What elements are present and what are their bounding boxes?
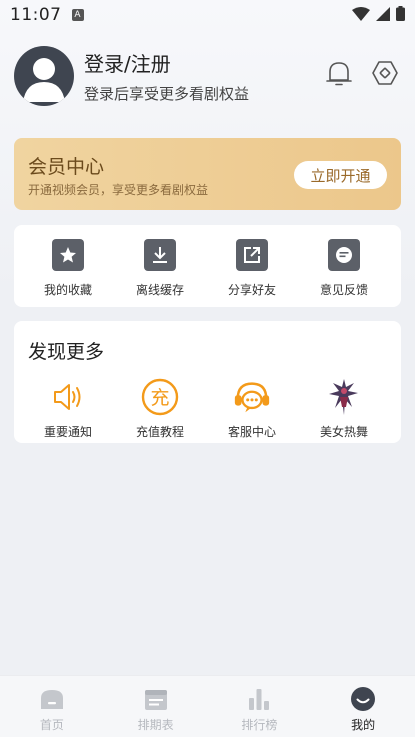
login-subtitle: 登录后享受更多看剧权益 <box>84 85 250 103</box>
quick-action-favorites[interactable]: 我的收藏 <box>22 239 114 298</box>
nav-tab-profile[interactable]: 我的 <box>311 676 415 737</box>
quick-actions-card: 我的收藏 离线缓存 分享好友 意见反馈 <box>14 225 401 307</box>
download-icon <box>144 239 176 271</box>
quick-action-label: 我的收藏 <box>43 283 92 297</box>
discover-item-recharge[interactable]: 充 充值教程 <box>114 377 206 440</box>
open-vip-button[interactable]: 立即开通 <box>294 161 387 189</box>
discover-more-card: 发现更多 重要通知 充 充值教程 客服中心 美女热舞 <box>14 321 401 443</box>
vip-subtitle: 开通视频会员，享受更多看剧权益 <box>28 183 209 197</box>
login-register-title[interactable]: 登录/注册 <box>84 48 249 77</box>
nav-label: 首页 <box>39 718 64 732</box>
quick-action-share[interactable]: 分享好友 <box>206 239 298 298</box>
discover-item-label: 重要通知 <box>43 425 92 439</box>
dance-thumbnail-icon <box>324 377 364 417</box>
notification-icon <box>326 62 352 86</box>
vip-title: 会员中心 <box>28 156 105 178</box>
star-icon <box>52 239 84 271</box>
nav-tab-ranking[interactable]: 排行榜 <box>208 676 312 737</box>
ranking-icon <box>245 686 273 712</box>
discover-item-dance[interactable]: 美女热舞 <box>298 377 390 440</box>
quick-action-label: 意见反馈 <box>319 283 368 297</box>
default-avatar-icon <box>23 58 65 102</box>
wifi-icon <box>352 6 370 21</box>
recharge-icon: 充 <box>140 377 180 417</box>
profile-icon <box>349 686 377 712</box>
bottom-navigation: 首页 排期表 排行榜 我的 <box>0 675 415 737</box>
customer-service-icon <box>232 377 272 417</box>
notification-button[interactable] <box>324 58 354 88</box>
nav-label: 排期表 <box>137 718 174 732</box>
settings-button[interactable] <box>370 58 400 88</box>
signal-icon <box>376 6 390 21</box>
quick-action-label: 分享好友 <box>227 283 276 297</box>
profile-header[interactable]: 登录/注册 登录后享受更多看剧权益 <box>14 46 404 106</box>
recharge-icon-text: 充 <box>150 387 169 409</box>
status-icons <box>352 6 405 21</box>
status-bar: 11:07 A <box>0 0 415 30</box>
avatar[interactable] <box>14 46 74 106</box>
discover-item-customer-service[interactable]: 客服中心 <box>206 377 298 440</box>
speaker-icon <box>48 377 88 417</box>
discover-title: 发现更多 <box>28 341 105 363</box>
quick-action-offline-cache[interactable]: 离线缓存 <box>114 239 206 298</box>
discover-item-notice[interactable]: 重要通知 <box>22 377 114 440</box>
status-time: 11:07 <box>10 5 62 25</box>
share-icon <box>236 239 268 271</box>
nav-label: 我的 <box>351 718 376 732</box>
home-icon <box>38 686 66 712</box>
feedback-icon <box>328 239 360 271</box>
quick-action-label: 离线缓存 <box>135 283 184 297</box>
nav-tab-schedule[interactable]: 排期表 <box>104 676 208 737</box>
settings-icon <box>372 61 398 85</box>
vip-center-card[interactable]: 会员中心 开通视频会员，享受更多看剧权益 立即开通 <box>14 138 401 210</box>
nav-label: 排行榜 <box>241 718 278 732</box>
discover-item-label: 美女热舞 <box>319 425 368 439</box>
battery-icon <box>396 6 405 21</box>
schedule-icon <box>142 686 170 712</box>
discover-item-label: 充值教程 <box>135 425 184 439</box>
nav-tab-home[interactable]: 首页 <box>0 676 104 737</box>
notification-badge: A <box>71 9 84 21</box>
quick-action-feedback[interactable]: 意见反馈 <box>298 239 390 298</box>
discover-item-label: 客服中心 <box>227 425 276 439</box>
